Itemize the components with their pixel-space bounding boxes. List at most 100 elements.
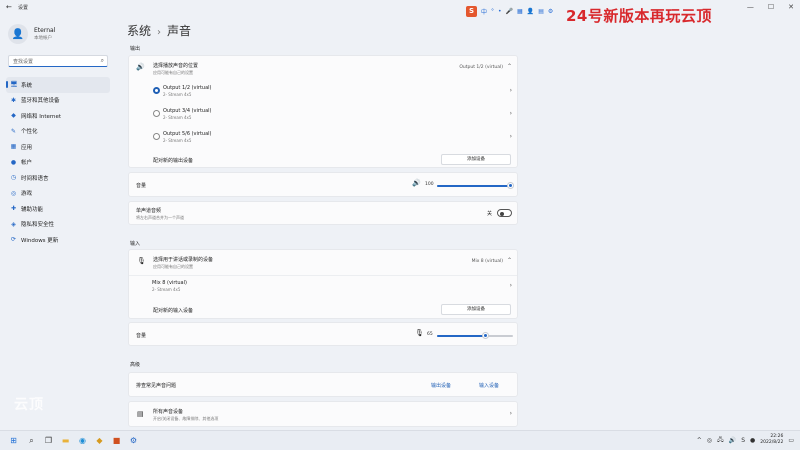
chevron-up-icon[interactable]: ⌃ [507,257,512,264]
close-button[interactable]: ✕ [788,3,794,11]
profile-name: Eternal [34,27,56,34]
file-explorer-icon[interactable]: ▬ [60,435,71,446]
avatar-icon: 👤 [8,24,28,44]
ime-tool-punct[interactable]: ° [491,8,494,15]
tray-overflow-icon[interactable]: ^ [697,437,702,444]
all-devices-subtitle: 开启/关闭设备、故障排除、其他选项 [153,416,219,421]
minimize-button[interactable]: — [747,3,754,11]
mono-audio-subtitle: 将左右声道合并为一个声道 [136,215,184,220]
settings-icon[interactable]: ⚙ [128,435,139,446]
maximize-button[interactable]: ☐ [768,3,774,11]
app-icon-2[interactable]: ■ [111,435,122,446]
breadcrumb: 系统 › 声音 [127,22,191,39]
sidebar-item-10[interactable]: ⟳ Windows 更新 [6,232,110,248]
output-devices-link[interactable]: 输出设备 [431,382,451,389]
input-volume-thumb[interactable] [483,333,489,338]
nav-icon: ◆ [11,112,16,120]
ime-tool-mic-icon[interactable]: 🎤 [506,8,513,15]
all-sound-devices-card[interactable]: ▤ 所有声音设备 开启/关闭设备、故障排除、其他选项 › [128,401,518,427]
search-icon[interactable]: ⌕ [26,435,37,446]
tray-app-icon-2[interactable]: ● [750,437,755,444]
input-volume-value: 65 [427,332,433,337]
input-choose-header[interactable]: 选择用于讲话或录制的设备 应用可能有自己的设置 [153,256,213,270]
chevron-right-icon: › [509,110,512,117]
input-device-row[interactable]: Mix 8 (virtual) 2- Stream 4x5 › [152,280,514,296]
sidebar-item-4[interactable]: ▦ 应用 [6,139,110,155]
sidebar-item-label: 蓝牙和其他设备 [21,98,60,105]
nav-icon: 🖥 [10,81,18,89]
ime-icon[interactable]: S [741,437,745,444]
output-volume-value: 100 [425,182,434,187]
volume-icon[interactable]: 🔊 [729,437,736,444]
network-icon[interactable]: 🖧 [717,435,724,445]
pair-output-label: 配对新的输出设备 [153,158,194,164]
add-input-device-button[interactable]: 添加设备 [441,304,511,315]
ime-tool-user-icon[interactable]: 👤 [527,8,534,15]
input-section-label: 输入 [130,241,141,247]
sidebar-item-8[interactable]: ✚ 辅助功能 [6,201,110,217]
task-view-icon[interactable]: ❐ [43,435,54,446]
sogou-logo-icon[interactable]: S [466,6,477,17]
output-device-row-3[interactable]: Output 5/6 (virtual) 2- Stream 4x5 › [152,131,514,152]
watermark-logo: 云顶 [14,397,44,413]
advanced-section-label: 高级 [130,362,141,368]
ime-tool-dot[interactable]: • [498,8,502,15]
output-radio-1[interactable] [153,87,160,94]
output-volume-fill [437,185,511,187]
output-choose-subtitle: 应用可能有自己的设置 [153,70,193,75]
output-device-name-1: Output 1/2 (virtual) [163,85,212,91]
sidebar-item-3[interactable]: ✎ 个性化 [6,124,110,140]
ime-tool-lang[interactable]: 中 [481,7,487,16]
output-volume-label: 音量 [136,183,147,189]
output-volume-thumb[interactable] [508,183,513,188]
sidebar-item-label: 隐私和安全性 [21,222,55,229]
sidebar-item-label: 系统 [21,82,33,89]
input-volume-fill [437,335,487,337]
tray-app-icon[interactable]: ◎ [707,437,712,444]
search-input[interactable]: 查找设置 ⌕ [8,55,108,67]
notification-icon[interactable]: ▭ [788,437,794,444]
sidebar-item-1[interactable]: ✱ 蓝牙和其他设备 [6,93,110,109]
sidebar-item-9[interactable]: ◈ 隐私和安全性 [6,217,110,233]
mono-audio-card: 单声道音频 将左右声道合并为一个声道 关 [128,201,518,225]
speaker-volume-icon[interactable]: 🔊 [412,179,421,187]
user-profile[interactable]: 👤 Eternal 本地帐户 [8,24,55,44]
nav-icon: ✱ [10,96,17,104]
sidebar-item-5[interactable]: ● 帐户 [6,155,110,171]
output-device-sub-3: 2- Stream 4x5 [163,138,192,143]
mono-audio-toggle[interactable] [497,209,512,217]
sidebar-item-2[interactable]: ◆ 网络和 Internet [6,108,110,124]
ime-tool-skin-icon[interactable]: ▤ [538,8,544,15]
edge-icon[interactable]: ◉ [77,435,88,446]
start-icon[interactable]: ⊞ [8,435,19,446]
nav-icon: ● [10,158,17,166]
sidebar-item-label: 网络和 Internet [21,113,62,120]
input-selected-value: Mix 8 (virtual) [471,259,503,264]
output-volume-card: 音量 🔊 100 [128,172,518,197]
ime-tool-keyboard-icon[interactable]: ▦ [517,8,523,15]
output-device-row-2[interactable]: Output 3/4 (virtual) 2- Stream 4x5 › [152,108,514,129]
nav-icon: ⟳ [10,236,17,244]
microphone-volume-icon[interactable]: 🎙 [415,329,424,337]
sidebar-item-0[interactable]: 🖥 系统 [6,77,110,93]
ime-tool-settings-icon[interactable]: ⚙ [548,8,553,15]
add-output-device-button[interactable]: 添加设备 [441,154,511,165]
troubleshoot-card: 排查常见声音问题 输出设备 输入设备 [128,372,518,397]
sidebar-item-7[interactable]: ◎ 游戏 [6,186,110,202]
sidebar-item-6[interactable]: ◷ 时间和语言 [6,170,110,186]
back-button[interactable]: ← [6,3,12,11]
input-devices-link[interactable]: 输入设备 [479,382,499,389]
clock[interactable]: 22:26 2022/8/22 [760,434,783,446]
output-radio-3[interactable] [153,133,160,140]
output-device-row-1[interactable]: Output 1/2 (virtual) 2- Stream 4x5 › [152,85,514,106]
chevron-up-icon[interactable]: ⌃ [507,63,512,70]
window-controls: — ☐ ✕ [747,3,794,11]
sidebar-item-label: 帐户 [21,160,33,167]
sidebar-item-label: 时间和语言 [21,175,49,182]
breadcrumb-parent[interactable]: 系统 [127,24,151,38]
output-choose-header[interactable]: 选择播放声音的位置 应用可能有自己的设置 [153,62,198,76]
sidebar-item-label: 游戏 [21,191,33,198]
output-radio-2[interactable] [153,110,160,117]
sidebar-item-label: 个性化 [21,129,38,136]
app-icon-1[interactable]: ◆ [94,435,105,446]
